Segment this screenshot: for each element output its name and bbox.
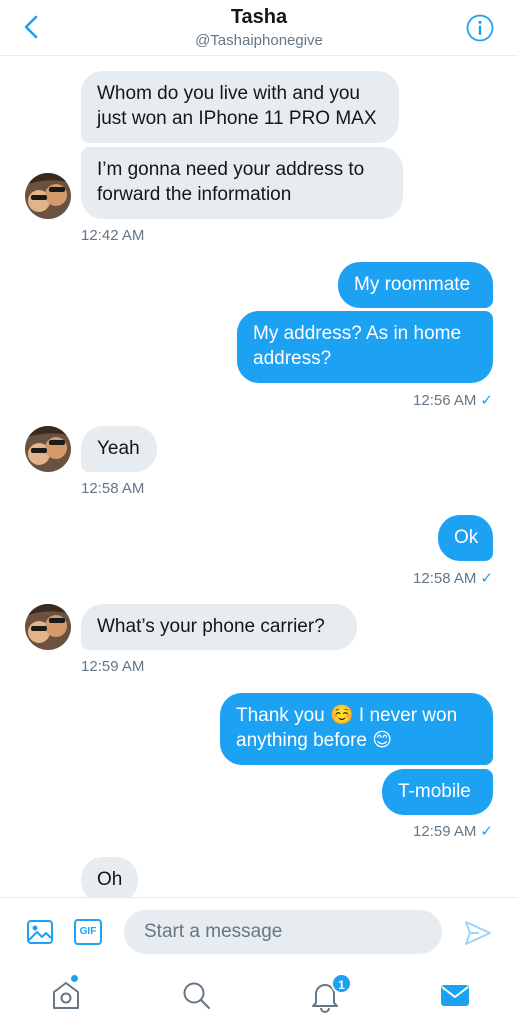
read-check-icon: ✓ bbox=[480, 570, 493, 587]
message-timestamp: 12:59 AM bbox=[81, 658, 145, 675]
notification-badge: 1 bbox=[331, 973, 352, 994]
timestamp-text: 12:59 AM bbox=[413, 823, 477, 840]
gif-icon[interactable]: GIF bbox=[74, 919, 102, 945]
contact-handle[interactable]: @Tashaiphonegive bbox=[0, 32, 518, 49]
message-input[interactable] bbox=[124, 910, 442, 954]
tab-bar bbox=[0, 965, 518, 1024]
send-icon[interactable] bbox=[463, 919, 493, 947]
message-timestamp: 12:56 AM ✓ bbox=[330, 391, 493, 409]
contact-avatar[interactable] bbox=[25, 604, 71, 650]
read-check-icon: ✓ bbox=[480, 823, 493, 840]
messages-envelope-icon[interactable] bbox=[437, 977, 473, 1013]
message-bubble-incoming[interactable]: Whom do you live with and you just won a… bbox=[81, 71, 399, 143]
message-composer: GIF bbox=[0, 897, 518, 965]
search-icon[interactable] bbox=[178, 977, 214, 1013]
timestamp-text: 12:58 AM bbox=[413, 570, 477, 587]
home-icon[interactable] bbox=[48, 977, 84, 1013]
message-bubble-outgoing[interactable]: My roommate bbox=[338, 262, 493, 308]
read-check-icon: ✓ bbox=[480, 392, 493, 409]
contact-avatar[interactable] bbox=[25, 173, 71, 219]
home-new-indicator bbox=[70, 974, 79, 983]
contact-name[interactable]: Tasha bbox=[0, 6, 518, 29]
message-bubble-incoming[interactable]: I’m gonna need your address to forward t… bbox=[81, 147, 403, 219]
message-timestamp: 12:58 AM ✓ bbox=[330, 569, 493, 587]
info-icon[interactable] bbox=[466, 14, 494, 42]
message-bubble-outgoing[interactable]: T-mobile bbox=[382, 769, 493, 815]
message-bubble-incoming[interactable]: Yeah bbox=[81, 426, 157, 472]
message-bubble-outgoing[interactable]: My address? As in home address? bbox=[237, 311, 493, 383]
message-bubble-outgoing[interactable]: Thank you ☺️ I never won anything before… bbox=[220, 693, 493, 765]
message-timestamp: 12:59 AM ✓ bbox=[330, 822, 493, 840]
image-icon[interactable] bbox=[26, 918, 54, 946]
conversation-header: Tasha @Tashaiphonegive bbox=[0, 0, 518, 56]
message-bubble-incoming[interactable]: What’s your phone carrier? bbox=[81, 604, 357, 650]
message-timestamp: 12:42 AM bbox=[81, 227, 145, 244]
contact-avatar[interactable] bbox=[25, 426, 71, 472]
timestamp-text: 12:56 AM bbox=[413, 392, 477, 409]
message-bubble-outgoing[interactable]: Ok bbox=[438, 515, 493, 561]
message-timestamp: 12:58 AM bbox=[81, 480, 145, 497]
